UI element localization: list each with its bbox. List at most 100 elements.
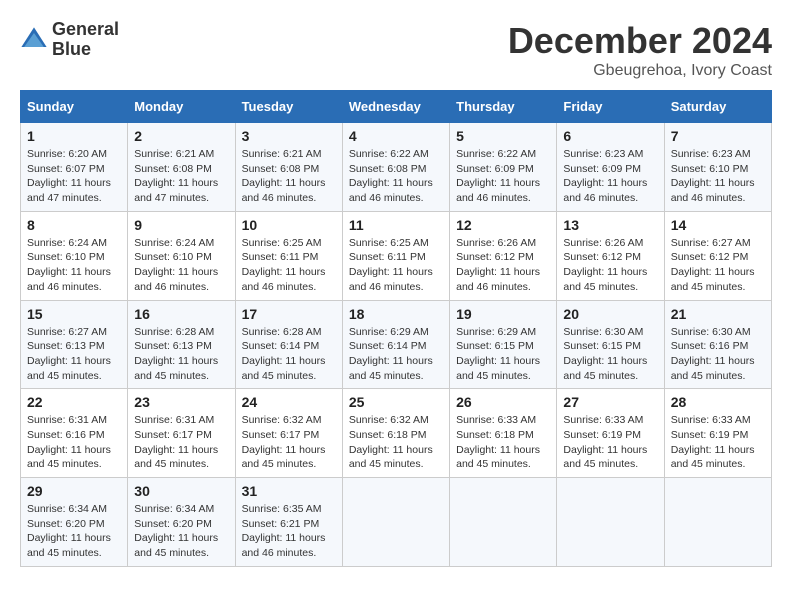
- calendar-cell: 29 Sunrise: 6:34 AMSunset: 6:20 PMDayligh…: [21, 478, 128, 567]
- day-number: 5: [456, 128, 550, 144]
- logo-icon: [20, 26, 48, 54]
- day-number: 30: [134, 483, 228, 499]
- day-number: 10: [242, 217, 336, 233]
- day-info: Sunrise: 6:23 AMSunset: 6:09 PMDaylight:…: [563, 147, 657, 206]
- calendar-table: SundayMondayTuesdayWednesdayThursdayFrid…: [20, 90, 772, 567]
- day-info: Sunrise: 6:28 AMSunset: 6:13 PMDaylight:…: [134, 325, 228, 384]
- calendar-cell: 11Sunrise: 6:25 AMSunset: 6:11 PMDayligh…: [342, 211, 449, 300]
- calendar-cell: 24 Sunrise: 6:32 AMSunset: 6:17 PMDayligh…: [235, 389, 342, 478]
- day-info: Sunrise: 6:24 AMSunset: 6:10 PMDaylight:…: [134, 236, 228, 295]
- day-number: 13: [563, 217, 657, 233]
- weekday-header-friday: Friday: [557, 91, 664, 123]
- calendar-body: 1Sunrise: 6:20 AMSunset: 6:07 PMDaylight…: [21, 123, 772, 567]
- calendar-cell: 5 Sunrise: 6:22 AMSunset: 6:09 PMDaylight…: [450, 123, 557, 212]
- day-number: 7: [671, 128, 765, 144]
- calendar-cell: [557, 478, 664, 567]
- calendar-cell: 30 Sunrise: 6:34 AMSunset: 6:20 PMDayligh…: [128, 478, 235, 567]
- day-info: Sunrise: 6:29 AMSunset: 6:15 PMDaylight:…: [456, 325, 550, 384]
- calendar-cell: 27 Sunrise: 6:33 AMSunset: 6:19 PMDayligh…: [557, 389, 664, 478]
- day-number: 3: [242, 128, 336, 144]
- calendar-title: December 2024: [508, 20, 772, 62]
- calendar-cell: 6 Sunrise: 6:23 AMSunset: 6:09 PMDaylight…: [557, 123, 664, 212]
- day-info: Sunrise: 6:33 AMSunset: 6:19 PMDaylight:…: [671, 413, 765, 472]
- weekday-header-sunday: Sunday: [21, 91, 128, 123]
- calendar-week-1: 1Sunrise: 6:20 AMSunset: 6:07 PMDaylight…: [21, 123, 772, 212]
- day-number: 20: [563, 306, 657, 322]
- day-info: Sunrise: 6:33 AMSunset: 6:19 PMDaylight:…: [563, 413, 657, 472]
- day-info: Sunrise: 6:26 AMSunset: 6:12 PMDaylight:…: [456, 236, 550, 295]
- calendar-cell: 1Sunrise: 6:20 AMSunset: 6:07 PMDaylight…: [21, 123, 128, 212]
- calendar-cell: 19 Sunrise: 6:29 AMSunset: 6:15 PMDayligh…: [450, 300, 557, 389]
- weekday-header-saturday: Saturday: [664, 91, 771, 123]
- calendar-cell: 28 Sunrise: 6:33 AMSunset: 6:19 PMDayligh…: [664, 389, 771, 478]
- day-number: 25: [349, 394, 443, 410]
- weekday-header-wednesday: Wednesday: [342, 91, 449, 123]
- day-info: Sunrise: 6:31 AMSunset: 6:16 PMDaylight:…: [27, 413, 121, 472]
- calendar-cell: 2Sunrise: 6:21 AMSunset: 6:08 PMDaylight…: [128, 123, 235, 212]
- calendar-cell: 25 Sunrise: 6:32 AMSunset: 6:18 PMDayligh…: [342, 389, 449, 478]
- day-number: 14: [671, 217, 765, 233]
- day-number: 31: [242, 483, 336, 499]
- day-info: Sunrise: 6:32 AMSunset: 6:17 PMDaylight:…: [242, 413, 336, 472]
- calendar-cell: 22 Sunrise: 6:31 AMSunset: 6:16 PMDayligh…: [21, 389, 128, 478]
- calendar-subtitle: Gbeugrehoa, Ivory Coast: [508, 62, 772, 80]
- calendar-cell: 14 Sunrise: 6:27 AMSunset: 6:12 PMDayligh…: [664, 211, 771, 300]
- day-number: 18: [349, 306, 443, 322]
- calendar-cell: [450, 478, 557, 567]
- day-number: 23: [134, 394, 228, 410]
- calendar-cell: 18 Sunrise: 6:29 AMSunset: 6:14 PMDayligh…: [342, 300, 449, 389]
- calendar-cell: 23Sunrise: 6:31 AMSunset: 6:17 PMDayligh…: [128, 389, 235, 478]
- calendar-cell: 7 Sunrise: 6:23 AMSunset: 6:10 PMDaylight…: [664, 123, 771, 212]
- day-info: Sunrise: 6:35 AMSunset: 6:21 PMDaylight:…: [242, 502, 336, 561]
- day-info: Sunrise: 6:27 AMSunset: 6:13 PMDaylight:…: [27, 325, 121, 384]
- weekday-header-tuesday: Tuesday: [235, 91, 342, 123]
- day-number: 4: [349, 128, 443, 144]
- day-info: Sunrise: 6:32 AMSunset: 6:18 PMDaylight:…: [349, 413, 443, 472]
- calendar-cell: 9 Sunrise: 6:24 AMSunset: 6:10 PMDaylight…: [128, 211, 235, 300]
- day-info: Sunrise: 6:34 AMSunset: 6:20 PMDaylight:…: [27, 502, 121, 561]
- day-number: 12: [456, 217, 550, 233]
- calendar-week-2: 8 Sunrise: 6:24 AMSunset: 6:10 PMDaylight…: [21, 211, 772, 300]
- day-number: 29: [27, 483, 121, 499]
- calendar-cell: [342, 478, 449, 567]
- title-block: December 2024 Gbeugrehoa, Ivory Coast: [508, 20, 772, 80]
- logo: General Blue: [20, 20, 119, 60]
- day-info: Sunrise: 6:28 AMSunset: 6:14 PMDaylight:…: [242, 325, 336, 384]
- day-info: Sunrise: 6:25 AMSunset: 6:11 PMDaylight:…: [242, 236, 336, 295]
- weekday-header-row: SundayMondayTuesdayWednesdayThursdayFrid…: [21, 91, 772, 123]
- day-info: Sunrise: 6:27 AMSunset: 6:12 PMDaylight:…: [671, 236, 765, 295]
- day-info: Sunrise: 6:22 AMSunset: 6:08 PMDaylight:…: [349, 147, 443, 206]
- day-number: 22: [27, 394, 121, 410]
- calendar-week-3: 15Sunrise: 6:27 AMSunset: 6:13 PMDayligh…: [21, 300, 772, 389]
- day-info: Sunrise: 6:30 AMSunset: 6:15 PMDaylight:…: [563, 325, 657, 384]
- day-number: 28: [671, 394, 765, 410]
- day-number: 26: [456, 394, 550, 410]
- day-info: Sunrise: 6:33 AMSunset: 6:18 PMDaylight:…: [456, 413, 550, 472]
- calendar-cell: [664, 478, 771, 567]
- calendar-cell: 17 Sunrise: 6:28 AMSunset: 6:14 PMDayligh…: [235, 300, 342, 389]
- day-info: Sunrise: 6:23 AMSunset: 6:10 PMDaylight:…: [671, 147, 765, 206]
- day-number: 17: [242, 306, 336, 322]
- day-number: 16: [134, 306, 228, 322]
- logo-text: General Blue: [52, 20, 119, 60]
- calendar-cell: 16 Sunrise: 6:28 AMSunset: 6:13 PMDayligh…: [128, 300, 235, 389]
- calendar-week-4: 22 Sunrise: 6:31 AMSunset: 6:16 PMDayligh…: [21, 389, 772, 478]
- day-number: 6: [563, 128, 657, 144]
- weekday-header-monday: Monday: [128, 91, 235, 123]
- day-number: 21: [671, 306, 765, 322]
- day-number: 1: [27, 128, 121, 144]
- day-number: 27: [563, 394, 657, 410]
- day-number: 9: [134, 217, 228, 233]
- day-number: 24: [242, 394, 336, 410]
- day-info: Sunrise: 6:29 AMSunset: 6:14 PMDaylight:…: [349, 325, 443, 384]
- calendar-cell: 4 Sunrise: 6:22 AMSunset: 6:08 PMDaylight…: [342, 123, 449, 212]
- calendar-cell: 13Sunrise: 6:26 AMSunset: 6:12 PMDayligh…: [557, 211, 664, 300]
- day-number: 19: [456, 306, 550, 322]
- day-info: Sunrise: 6:25 AMSunset: 6:11 PMDaylight:…: [349, 236, 443, 295]
- day-number: 8: [27, 217, 121, 233]
- day-info: Sunrise: 6:22 AMSunset: 6:09 PMDaylight:…: [456, 147, 550, 206]
- day-info: Sunrise: 6:34 AMSunset: 6:20 PMDaylight:…: [134, 502, 228, 561]
- calendar-cell: 15Sunrise: 6:27 AMSunset: 6:13 PMDayligh…: [21, 300, 128, 389]
- calendar-week-5: 29 Sunrise: 6:34 AMSunset: 6:20 PMDayligh…: [21, 478, 772, 567]
- calendar-cell: 12 Sunrise: 6:26 AMSunset: 6:12 PMDayligh…: [450, 211, 557, 300]
